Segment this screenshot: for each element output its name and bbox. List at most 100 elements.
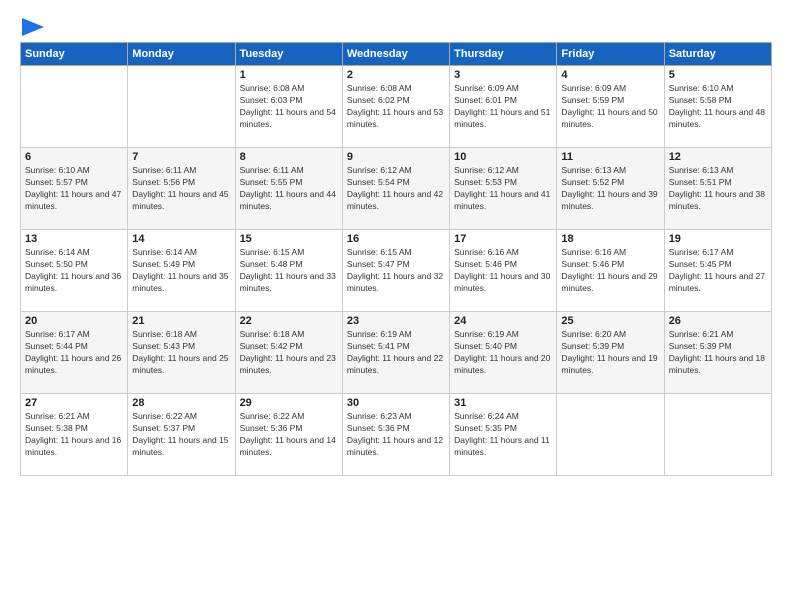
day-info: Sunrise: 6:10 AM Sunset: 5:57 PM Dayligh… bbox=[25, 165, 123, 213]
day-number: 10 bbox=[454, 151, 552, 163]
calendar-header-sunday: Sunday bbox=[21, 43, 128, 66]
calendar-week-3: 13 Sunrise: 6:14 AM Sunset: 5:50 PM Dayli… bbox=[21, 230, 772, 312]
calendar-cell: 20 Sunrise: 6:17 AM Sunset: 5:44 PM Dayli… bbox=[21, 312, 128, 394]
calendar-header-monday: Monday bbox=[128, 43, 235, 66]
day-info: Sunrise: 6:19 AM Sunset: 5:41 PM Dayligh… bbox=[347, 329, 445, 377]
calendar-cell: 29 Sunrise: 6:22 AM Sunset: 5:36 PM Dayli… bbox=[235, 394, 342, 476]
calendar-cell: 15 Sunrise: 6:15 AM Sunset: 5:48 PM Dayli… bbox=[235, 230, 342, 312]
day-info: Sunrise: 6:21 AM Sunset: 5:39 PM Dayligh… bbox=[669, 329, 767, 377]
day-number: 6 bbox=[25, 151, 123, 163]
calendar-header-wednesday: Wednesday bbox=[342, 43, 449, 66]
day-number: 31 bbox=[454, 397, 552, 409]
calendar-cell: 13 Sunrise: 6:14 AM Sunset: 5:50 PM Dayli… bbox=[21, 230, 128, 312]
day-info: Sunrise: 6:23 AM Sunset: 5:36 PM Dayligh… bbox=[347, 411, 445, 459]
day-number: 7 bbox=[132, 151, 230, 163]
calendar-cell: 7Sunrise: 6:11 AM Sunset: 5:56 PM Daylig… bbox=[128, 148, 235, 230]
calendar-table: SundayMondayTuesdayWednesdayThursdayFrid… bbox=[20, 42, 772, 476]
calendar-cell bbox=[557, 394, 664, 476]
day-info: Sunrise: 6:12 AM Sunset: 5:53 PM Dayligh… bbox=[454, 165, 552, 213]
day-info: Sunrise: 6:08 AM Sunset: 6:02 PM Dayligh… bbox=[347, 83, 445, 131]
day-number: 19 bbox=[669, 233, 767, 245]
calendar-cell: 16Sunrise: 6:15 AM Sunset: 5:47 PM Dayli… bbox=[342, 230, 449, 312]
day-number: 2 bbox=[347, 69, 445, 81]
day-info: Sunrise: 6:16 AM Sunset: 5:46 PM Dayligh… bbox=[561, 247, 659, 295]
day-number: 9 bbox=[347, 151, 445, 163]
day-number: 22 bbox=[240, 315, 338, 327]
day-info: Sunrise: 6:08 AM Sunset: 6:03 PM Dayligh… bbox=[240, 83, 338, 131]
calendar-cell: 12Sunrise: 6:13 AM Sunset: 5:51 PM Dayli… bbox=[664, 148, 771, 230]
day-number: 12 bbox=[669, 151, 767, 163]
calendar-cell: 6 Sunrise: 6:10 AM Sunset: 5:57 PM Daylig… bbox=[21, 148, 128, 230]
calendar-cell: 11Sunrise: 6:13 AM Sunset: 5:52 PM Dayli… bbox=[557, 148, 664, 230]
calendar-cell: 22 Sunrise: 6:18 AM Sunset: 5:42 PM Dayli… bbox=[235, 312, 342, 394]
day-number: 30 bbox=[347, 397, 445, 409]
day-number: 17 bbox=[454, 233, 552, 245]
logo-arrow-icon bbox=[22, 18, 44, 36]
day-number: 29 bbox=[240, 397, 338, 409]
calendar-cell: 26 Sunrise: 6:21 AM Sunset: 5:39 PM Dayli… bbox=[664, 312, 771, 394]
calendar-cell bbox=[128, 66, 235, 148]
day-number: 1 bbox=[240, 69, 338, 81]
calendar-cell: 2 Sunrise: 6:08 AM Sunset: 6:02 PM Daylig… bbox=[342, 66, 449, 148]
calendar-cell: 8 Sunrise: 6:11 AM Sunset: 5:55 PM Daylig… bbox=[235, 148, 342, 230]
calendar-week-1: 1 Sunrise: 6:08 AM Sunset: 6:03 PM Daylig… bbox=[21, 66, 772, 148]
day-number: 5 bbox=[669, 69, 767, 81]
calendar-cell: 18 Sunrise: 6:16 AM Sunset: 5:46 PM Dayli… bbox=[557, 230, 664, 312]
day-info: Sunrise: 6:15 AM Sunset: 5:48 PM Dayligh… bbox=[240, 247, 338, 295]
day-number: 26 bbox=[669, 315, 767, 327]
day-info: Sunrise: 6:11 AM Sunset: 5:55 PM Dayligh… bbox=[240, 165, 338, 213]
calendar-cell bbox=[21, 66, 128, 148]
calendar-cell: 31 Sunrise: 6:24 AM Sunset: 5:35 PM Dayli… bbox=[450, 394, 557, 476]
day-number: 18 bbox=[561, 233, 659, 245]
day-info: Sunrise: 6:10 AM Sunset: 5:58 PM Dayligh… bbox=[669, 83, 767, 131]
day-number: 15 bbox=[240, 233, 338, 245]
calendar-week-4: 20 Sunrise: 6:17 AM Sunset: 5:44 PM Dayli… bbox=[21, 312, 772, 394]
calendar-week-5: 27 Sunrise: 6:21 AM Sunset: 5:38 PM Dayli… bbox=[21, 394, 772, 476]
day-number: 21 bbox=[132, 315, 230, 327]
day-number: 8 bbox=[240, 151, 338, 163]
calendar-cell: 3Sunrise: 6:09 AM Sunset: 6:01 PM Daylig… bbox=[450, 66, 557, 148]
day-info: Sunrise: 6:17 AM Sunset: 5:44 PM Dayligh… bbox=[25, 329, 123, 377]
day-info: Sunrise: 6:14 AM Sunset: 5:50 PM Dayligh… bbox=[25, 247, 123, 295]
day-info: Sunrise: 6:21 AM Sunset: 5:38 PM Dayligh… bbox=[25, 411, 123, 459]
day-info: Sunrise: 6:18 AM Sunset: 5:42 PM Dayligh… bbox=[240, 329, 338, 377]
day-number: 13 bbox=[25, 233, 123, 245]
day-number: 4 bbox=[561, 69, 659, 81]
page: SundayMondayTuesdayWednesdayThursdayFrid… bbox=[0, 0, 792, 612]
day-number: 28 bbox=[132, 397, 230, 409]
day-info: Sunrise: 6:20 AM Sunset: 5:39 PM Dayligh… bbox=[561, 329, 659, 377]
calendar-cell: 5 Sunrise: 6:10 AM Sunset: 5:58 PM Daylig… bbox=[664, 66, 771, 148]
day-number: 25 bbox=[561, 315, 659, 327]
calendar-cell: 27 Sunrise: 6:21 AM Sunset: 5:38 PM Dayli… bbox=[21, 394, 128, 476]
calendar-cell: 9 Sunrise: 6:12 AM Sunset: 5:54 PM Daylig… bbox=[342, 148, 449, 230]
calendar-cell: 23 Sunrise: 6:19 AM Sunset: 5:41 PM Dayli… bbox=[342, 312, 449, 394]
day-info: Sunrise: 6:18 AM Sunset: 5:43 PM Dayligh… bbox=[132, 329, 230, 377]
day-number: 20 bbox=[25, 315, 123, 327]
day-number: 27 bbox=[25, 397, 123, 409]
calendar-week-2: 6 Sunrise: 6:10 AM Sunset: 5:57 PM Daylig… bbox=[21, 148, 772, 230]
day-info: Sunrise: 6:14 AM Sunset: 5:49 PM Dayligh… bbox=[132, 247, 230, 295]
calendar-cell: 4 Sunrise: 6:09 AM Sunset: 5:59 PM Daylig… bbox=[557, 66, 664, 148]
day-info: Sunrise: 6:19 AM Sunset: 5:40 PM Dayligh… bbox=[454, 329, 552, 377]
day-number: 16 bbox=[347, 233, 445, 245]
calendar-cell: 19Sunrise: 6:17 AM Sunset: 5:45 PM Dayli… bbox=[664, 230, 771, 312]
calendar-cell: 28 Sunrise: 6:22 AM Sunset: 5:37 PM Dayli… bbox=[128, 394, 235, 476]
day-number: 23 bbox=[347, 315, 445, 327]
day-info: Sunrise: 6:22 AM Sunset: 5:37 PM Dayligh… bbox=[132, 411, 230, 459]
day-info: Sunrise: 6:24 AM Sunset: 5:35 PM Dayligh… bbox=[454, 411, 552, 459]
calendar-header-thursday: Thursday bbox=[450, 43, 557, 66]
day-info: Sunrise: 6:16 AM Sunset: 5:46 PM Dayligh… bbox=[454, 247, 552, 295]
calendar-header-saturday: Saturday bbox=[664, 43, 771, 66]
day-number: 3 bbox=[454, 69, 552, 81]
day-number: 11 bbox=[561, 151, 659, 163]
day-info: Sunrise: 6:09 AM Sunset: 5:59 PM Dayligh… bbox=[561, 83, 659, 131]
calendar-cell: 14Sunrise: 6:14 AM Sunset: 5:49 PM Dayli… bbox=[128, 230, 235, 312]
day-number: 24 bbox=[454, 315, 552, 327]
calendar-cell: 21 Sunrise: 6:18 AM Sunset: 5:43 PM Dayli… bbox=[128, 312, 235, 394]
day-info: Sunrise: 6:22 AM Sunset: 5:36 PM Dayligh… bbox=[240, 411, 338, 459]
calendar-cell bbox=[664, 394, 771, 476]
calendar-header-friday: Friday bbox=[557, 43, 664, 66]
day-info: Sunrise: 6:12 AM Sunset: 5:54 PM Dayligh… bbox=[347, 165, 445, 213]
calendar-cell: 30 Sunrise: 6:23 AM Sunset: 5:36 PM Dayli… bbox=[342, 394, 449, 476]
calendar-cell: 17 Sunrise: 6:16 AM Sunset: 5:46 PM Dayli… bbox=[450, 230, 557, 312]
